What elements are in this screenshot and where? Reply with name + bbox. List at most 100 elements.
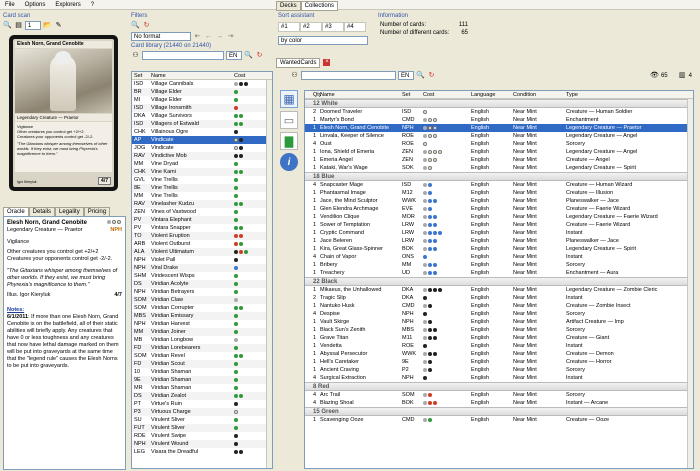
list-item[interactable]: 1 Iona, Shield of Emeria ZEN English Near Mi…: [305, 148, 693, 156]
grid-view-icon[interactable]: ▦: [280, 90, 298, 108]
table-row[interactable]: MR Viridian Shaman: [132, 384, 272, 392]
nav-last-icon[interactable]: ⇥: [226, 32, 235, 41]
wanted-col-language[interactable]: Language: [471, 91, 513, 98]
table-row[interactable]: MM Viridian Joiner: [132, 328, 272, 336]
table-row[interactable]: TO Violent Eruption: [132, 232, 272, 240]
card-icon[interactable]: ▤: [14, 21, 23, 30]
table-row[interactable]: NPH Virulent Wound: [132, 440, 272, 448]
list-item[interactable]: 4 Chain of Vapor ONS English Near Mint Instan…: [305, 253, 693, 261]
sort-column-1[interactable]: #1: [278, 22, 300, 32]
list-item[interactable]: 2 Doomed Traveler ISD English Near Mint Creat…: [305, 108, 693, 116]
zoom-icon[interactable]: 🔍: [3, 21, 12, 30]
list-item[interactable]: 4 Despise NPH English Near Mint Sorcery: [305, 310, 693, 318]
sort-select[interactable]: by color: [278, 36, 368, 45]
list-item[interactable]: 4 Arc Trail SOM English Near Mint Sorcery: [305, 391, 693, 399]
group-header[interactable]: 18 Blue: [305, 172, 693, 181]
table-row[interactable]: NPH Viridian Harvest: [132, 320, 272, 328]
table-row[interactable]: FD Viridian Lorebearers: [132, 344, 272, 352]
tab-decks[interactable]: Decks: [276, 1, 301, 11]
list-item[interactable]: 1 Linvala, Keeper of Silence ROE English Nea…: [305, 132, 693, 140]
list-item[interactable]: 1 Treachery UD English Near Mint Enchantment …: [305, 269, 693, 277]
nav-next-icon[interactable]: →: [215, 32, 224, 41]
library-col-cost[interactable]: Cost: [234, 72, 264, 79]
table-row[interactable]: DS Viridian Acolyte: [132, 280, 272, 288]
wanted-search-icon[interactable]: 🔍: [416, 71, 425, 80]
refresh-icon[interactable]: ↻: [142, 21, 151, 30]
list-item[interactable]: 1 Mikaeus, the Unhallowed DKA English Near M…: [305, 286, 693, 294]
list-item[interactable]: 1 Cryptic Command LRW English Near Mint Insta…: [305, 229, 693, 237]
close-tab-icon[interactable]: ×: [323, 59, 331, 66]
list-item[interactable]: 4 Snapcaster Mage ISD English Near Mint Creat…: [305, 181, 693, 189]
tab-legality[interactable]: Legality: [55, 207, 84, 216]
table-row[interactable]: 10 Viridian Shaman: [132, 368, 272, 376]
list-item[interactable]: 1 Black Sun's Zenith MBS English Near Mint So…: [305, 326, 693, 334]
table-row[interactable]: FD Viridian Scout: [132, 360, 272, 368]
sort-column-4[interactable]: #4: [344, 22, 366, 32]
list-item[interactable]: 1 Kataki, War's Wage SOK English Near Mint Le…: [305, 164, 693, 172]
table-row[interactable]: P3 Virtuous Charge: [132, 408, 272, 416]
wanted-search-input[interactable]: [301, 71, 396, 80]
table-row[interactable]: ISD Village Ironsmith: [132, 104, 272, 112]
table-row[interactable]: BR Village Elder: [132, 88, 272, 96]
library-refresh-icon[interactable]: ↻: [255, 51, 264, 60]
list-item[interactable]: 1 Kira, Great Glass-Spinner BOK English Near…: [305, 245, 693, 253]
list-item[interactable]: 1 Martyr's Bond CMD English Near Mint Enchant…: [305, 116, 693, 124]
list-item[interactable]: 1 Scavenging Ooze CMD English Near Mint Creat…: [305, 416, 693, 424]
list-item[interactable]: 1 Nantuko Husk CMD English Near Mint Creature…: [305, 302, 693, 310]
wanted-scrollbar[interactable]: [687, 99, 693, 468]
table-row[interactable]: 9E Viridian Shaman: [132, 376, 272, 384]
list-item[interactable]: 4 Oust ROE English Near Mint Sorcery: [305, 140, 693, 148]
table-row[interactable]: 8E Vine Trellis: [132, 184, 272, 192]
wanted-binocular-icon[interactable]: ⚇: [290, 71, 299, 80]
list-item[interactable]: 1 Jace Beleren LRW English Near Mint Planeswa…: [305, 237, 693, 245]
wanted-col-name[interactable]: Name: [320, 91, 402, 98]
table-row[interactable]: ISD Villagers of Estwald: [132, 120, 272, 128]
table-row[interactable]: MM Vine Dryad: [132, 160, 272, 168]
table-row[interactable]: LEG Visara the Dreadful: [132, 448, 272, 456]
group-header[interactable]: 12 White: [305, 99, 693, 108]
list-item[interactable]: 1 Grave Titan M11 English Near Mint Creature …: [305, 334, 693, 342]
library-scrollbar[interactable]: [266, 80, 272, 468]
search-icon[interactable]: 🔍: [131, 21, 140, 30]
edit-icon[interactable]: ✎: [54, 21, 63, 30]
list-item[interactable]: 1 Abyssal Persecutor WWK English Near Mint Cr…: [305, 350, 693, 358]
card-view-icon[interactable]: ▭: [280, 111, 298, 129]
list-item[interactable]: 1 Vendetta ROE English Near Mint Instant: [305, 342, 693, 350]
table-row[interactable]: SOM Viridian Claw: [132, 296, 272, 304]
menu-item-file[interactable]: File: [0, 0, 20, 10]
sort-column-2[interactable]: #2: [300, 22, 322, 32]
binocular-icon[interactable]: ⚇: [131, 51, 140, 60]
library-col-set[interactable]: Set: [132, 72, 151, 79]
wanted-lang-select[interactable]: EN: [398, 71, 414, 80]
list-item[interactable]: 1 Sower of Temptation LRW English Near Mint C…: [305, 221, 693, 229]
tab-details[interactable]: Details: [28, 207, 56, 216]
table-row[interactable]: SOM Viridian Corrupter: [132, 304, 272, 312]
table-row[interactable]: CHK Villainous Ogre: [132, 128, 272, 136]
library-search-icon[interactable]: 🔍: [244, 51, 253, 60]
group-header[interactable]: 22 Black: [305, 277, 693, 286]
table-row[interactable]: RAV Vinelasher Kudzu: [132, 200, 272, 208]
table-row[interactable]: GVL Vine Trellis: [132, 176, 272, 184]
table-row[interactable]: SOM Viridian Revel: [132, 352, 272, 360]
list-item[interactable]: 1 Elesh Norn, Grand Cenobite NPH English Nea…: [305, 124, 693, 132]
tab-collections[interactable]: Collections: [300, 1, 339, 11]
library-search-input[interactable]: [142, 51, 224, 60]
table-row[interactable]: JOG Vindicate: [132, 144, 272, 152]
list-item[interactable]: 1 Hell's Caretaker 9E English Near Mint Creat…: [305, 358, 693, 366]
list-item[interactable]: 1 Jace, the Mind Sculptor WWK English Near M…: [305, 197, 693, 205]
table-row[interactable]: DS Viridian Zealot: [132, 392, 272, 400]
table-row[interactable]: CHK Vine Kami: [132, 168, 272, 176]
info-icon[interactable]: i: [280, 153, 298, 171]
table-row[interactable]: MI Village Elder: [132, 96, 272, 104]
list-item[interactable]: 4 Surgical Extraction NPH English Near Mint I…: [305, 374, 693, 382]
table-row[interactable]: FUT Virulent Sliver: [132, 424, 272, 432]
list-item[interactable]: 1 Phantasmal Image M12 English Near Mint Crea…: [305, 189, 693, 197]
page-select[interactable]: 1: [25, 21, 41, 30]
table-row[interactable]: SHM Viridescent Wisps: [132, 272, 272, 280]
list-item[interactable]: 2 Tragic Slip DKA English Near Mint Instant: [305, 294, 693, 302]
table-row[interactable]: ISD Village Cannibals: [132, 80, 272, 88]
table-row[interactable]: NPH Viral Drake: [132, 264, 272, 272]
wanted-col-qty[interactable]: Qty: [305, 91, 322, 98]
list-item[interactable]: 1 Emeria Angel ZEN English Near Mint Creature…: [305, 156, 693, 164]
table-row[interactable]: ARB Violent Outburst: [132, 240, 272, 248]
